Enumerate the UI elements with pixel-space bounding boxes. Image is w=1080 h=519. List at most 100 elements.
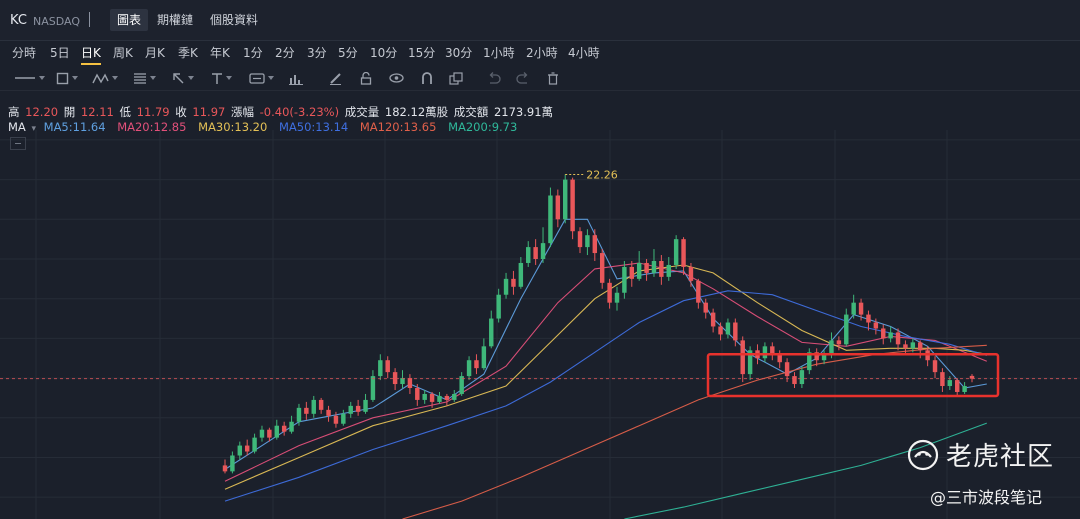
timeframe-15m[interactable]: 15分 [408, 44, 435, 61]
candle [511, 270, 516, 295]
candle [481, 338, 487, 371]
watermark-brand: 老虎社区 [946, 442, 1055, 472]
timeframe-quarterly[interactable]: 季K [178, 44, 198, 61]
timeframe-10m[interactable]: 10分 [370, 44, 397, 61]
candle [903, 340, 908, 355]
candle [459, 372, 464, 396]
candle-body [895, 332, 901, 345]
ma-line-ma20 [224, 262, 988, 482]
timeframe-2h[interactable]: 2小時 [526, 44, 558, 61]
candle [274, 419, 279, 440]
tab-options-chain[interactable]: 期權鏈 [150, 9, 200, 31]
candle-body [614, 292, 620, 303]
candle-body [622, 266, 627, 293]
candle [533, 239, 538, 265]
candle [881, 324, 886, 345]
wave-tool-icon[interactable] [92, 69, 118, 87]
candle-body [511, 278, 516, 287]
candle-body [762, 346, 768, 359]
candle [348, 401, 353, 418]
candle-body [954, 380, 960, 392]
candle [770, 342, 775, 361]
candle [540, 227, 546, 263]
ma50-value: MA50:13.14 [278, 120, 349, 134]
candle [962, 382, 967, 394]
volume-value: 182.12萬股 [384, 105, 449, 119]
timeframe-yearly[interactable]: 年K [210, 44, 230, 61]
candle-body [592, 235, 598, 254]
collapse-indicator-button[interactable] [10, 137, 26, 150]
ma120-value: MA120:13.65 [359, 120, 437, 134]
candle-body [962, 386, 967, 392]
text-tool-icon[interactable] [211, 69, 232, 87]
indicator-tool-icon[interactable] [289, 69, 303, 87]
candle-body [844, 314, 849, 345]
candle-body [259, 429, 265, 438]
candle [437, 391, 442, 404]
copy-icon[interactable] [449, 69, 463, 87]
ma-label[interactable]: MA [8, 120, 26, 134]
ma-dropdown-icon[interactable]: ▾ [31, 124, 36, 134]
timeframe-2m[interactable]: 2分 [275, 44, 295, 61]
candle [777, 350, 782, 369]
timeframe-weekly[interactable]: 周K [113, 44, 133, 61]
line-tool-icon[interactable] [14, 69, 45, 87]
candle [326, 405, 331, 422]
timeframe-5d[interactable]: 5日 [50, 44, 70, 61]
candle-body [311, 399, 316, 414]
turnover-label: 成交額 [453, 105, 489, 119]
ticker-symbol: KC [10, 13, 27, 28]
pencil-icon[interactable] [329, 69, 342, 87]
candle-body [651, 260, 657, 273]
candle-body [629, 266, 635, 279]
trash-icon[interactable] [547, 69, 559, 87]
timeframe-1h[interactable]: 1小時 [483, 44, 515, 61]
low-label: 低 [119, 105, 132, 119]
ma-line-ma120 [402, 344, 987, 519]
redo-icon[interactable] [516, 69, 530, 87]
timeframe-1m[interactable]: 1分 [243, 44, 263, 61]
candle [555, 189, 561, 228]
timeframe-daily[interactable]: 日K [81, 44, 101, 65]
timeframe-intraday[interactable]: 分時 [12, 44, 36, 61]
rectangle-tool-icon[interactable] [56, 69, 78, 87]
timeframe-30m[interactable]: 30分 [445, 44, 472, 61]
arrow-tool-icon[interactable] [172, 69, 194, 87]
candle-body [918, 342, 923, 351]
timeframe-3m[interactable]: 3分 [307, 44, 327, 61]
candle-body [829, 340, 834, 355]
timeframe-4h[interactable]: 4小時 [568, 44, 600, 61]
open-value: 12.11 [80, 105, 114, 119]
divider [89, 12, 90, 27]
candle-body [222, 465, 228, 472]
volume-label: 成交量 [344, 105, 380, 119]
lock-icon[interactable] [360, 69, 372, 87]
candle-body [415, 388, 420, 400]
timeframe-monthly[interactable]: 月K [145, 44, 165, 61]
magnet-icon[interactable] [421, 69, 433, 87]
candle [954, 378, 960, 396]
fib-tool-icon[interactable] [133, 69, 156, 87]
candle-body [326, 409, 331, 416]
candle [747, 346, 753, 381]
candle-body [607, 282, 612, 303]
candle-body [489, 318, 494, 347]
candle [407, 374, 413, 394]
candle [807, 348, 812, 375]
timeframe-5m[interactable]: 5分 [338, 44, 358, 61]
candle [792, 372, 797, 389]
candle [489, 310, 494, 349]
eye-icon[interactable] [389, 69, 404, 87]
candle-body [784, 362, 790, 377]
tab-chart[interactable]: 圖表 [110, 9, 149, 31]
watermark: 老虎社区 [906, 436, 1054, 473]
tab-stock-profile[interactable]: 個股資料 [203, 9, 265, 31]
candle [888, 326, 893, 343]
candle [230, 451, 235, 474]
candle [666, 257, 671, 281]
candle-body [333, 415, 339, 424]
label-tool-icon[interactable] [249, 69, 274, 87]
candle [281, 421, 287, 436]
candle [222, 459, 228, 474]
undo-icon[interactable] [487, 69, 501, 87]
